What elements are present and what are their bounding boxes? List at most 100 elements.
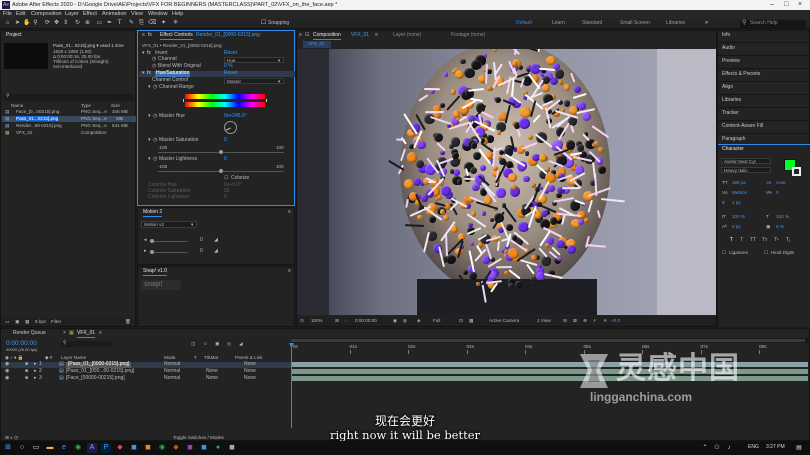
exposure-value[interactable]: +0.0 xyxy=(611,318,620,323)
faux-bold-button[interactable]: T xyxy=(730,237,733,244)
fx-toggle-icon[interactable]: fx xyxy=(147,70,151,77)
rotate-tool-icon[interactable]: ↻ xyxy=(74,20,81,27)
workspace-learn[interactable]: Learn xyxy=(552,20,565,27)
work-area-range[interactable] xyxy=(291,339,805,342)
tab-effect-target[interactable]: Render_01_[0000-0215].png xyxy=(196,32,260,39)
menu-composition[interactable]: Composition xyxy=(31,11,62,17)
lock-icon[interactable]: ⊡ xyxy=(305,32,309,39)
app-icon[interactable]: ◼ xyxy=(227,443,237,453)
panel-menu-icon[interactable]: ≡ xyxy=(288,268,291,275)
column-layer-name[interactable]: Layer Name xyxy=(61,355,86,360)
after-effects-taskbar-icon[interactable]: A xyxy=(87,443,97,453)
label-color-icon[interactable]: ■ xyxy=(25,375,28,382)
font-size-value[interactable]: 186 px xyxy=(732,180,746,185)
orbit-tool-icon[interactable]: ⟳ xyxy=(44,20,51,27)
visibility-icon[interactable]: ◉ xyxy=(5,361,9,368)
motion-value-b[interactable]: 0 xyxy=(200,248,203,255)
fast-preview-icon[interactable]: ⚡ xyxy=(593,318,596,323)
stopwatch-icon[interactable]: ◷ xyxy=(153,156,157,163)
app-icon[interactable]: ◉ xyxy=(157,443,167,453)
layer-parent[interactable]: None xyxy=(244,361,256,368)
motion-graph-icon[interactable]: ◢ xyxy=(214,248,218,255)
new-folder-icon[interactable]: ▣ xyxy=(15,319,19,324)
label-color-icon[interactable]: ■ xyxy=(25,361,28,368)
file-explorer-icon[interactable]: ▬ xyxy=(45,443,55,453)
stopwatch-icon[interactable]: ◷ xyxy=(153,84,157,91)
search-icon[interactable]: ○ xyxy=(17,443,27,453)
small-caps-button[interactable]: Tт xyxy=(762,237,767,244)
all-caps-button[interactable]: TT xyxy=(750,237,756,244)
panel-content-aware-fill[interactable]: Content-Aware Fill xyxy=(722,123,763,130)
app-icon[interactable]: ◆ xyxy=(171,443,181,453)
panel-paragraph[interactable]: Paragraph xyxy=(722,136,745,143)
tsume-value[interactable]: 0 % xyxy=(776,224,784,229)
layer-parent[interactable]: None xyxy=(244,368,256,375)
master-lightness-value[interactable]: 0 xyxy=(224,156,227,163)
eraser-tool-icon[interactable]: ⌫ xyxy=(148,20,156,27)
rectangle-tool-icon[interactable]: ▭ xyxy=(96,20,103,27)
motion-value-a[interactable]: 0 xyxy=(200,237,203,244)
mask-icon[interactable]: ◌ xyxy=(345,318,348,323)
visibility-icon[interactable]: ◉ xyxy=(5,368,9,375)
saturation-slider-knob[interactable] xyxy=(219,150,223,154)
snapping-checkbox[interactable]: ☐ xyxy=(260,20,267,27)
composition-viewer[interactable] xyxy=(297,49,716,315)
visibility-icon[interactable]: ◉ xyxy=(5,375,9,382)
expand-arrow-icon[interactable]: ▾ xyxy=(142,50,145,57)
fx-toggle-icon[interactable]: fx xyxy=(147,50,151,57)
flowchart-icon[interactable]: ⊕ xyxy=(583,318,587,323)
bpc-label[interactable]: 8 bpc xyxy=(35,319,46,324)
stroke-width-value[interactable]: 1 px xyxy=(732,200,741,205)
tab-render-queue[interactable]: Render Queue xyxy=(13,330,46,337)
layer-name[interactable]: [Face_[00000-00215].png] xyxy=(66,375,125,382)
motion-blur-icon[interactable]: ◎ xyxy=(227,341,231,346)
column-parent[interactable]: Parent & Link xyxy=(235,355,263,360)
list-item[interactable]: ▤ Face_[0...00215].png PNG Seq...e 345 M… xyxy=(2,109,136,115)
motion-graph-icon[interactable]: ◢ xyxy=(214,237,218,244)
layer-name[interactable]: [Pass_01_[0000-0215].png] xyxy=(66,361,132,368)
interpret-footage-icon[interactable]: ▭ xyxy=(5,319,9,324)
panel-tracker[interactable]: Tracker xyxy=(722,110,739,117)
region-icon[interactable]: ⊡ xyxy=(459,318,463,323)
expand-arrow-icon[interactable]: ▾ xyxy=(148,156,151,163)
app-icon[interactable]: ◼ xyxy=(185,443,195,453)
hue-saturation-reset-link[interactable]: Reset xyxy=(224,70,237,77)
stopwatch-icon[interactable]: ◷ xyxy=(152,63,156,70)
transparency-grid-icon[interactable]: ▩ xyxy=(469,318,473,323)
exposure-icon[interactable]: ☀ xyxy=(603,318,607,323)
vertical-scale-value[interactable]: 100 % xyxy=(732,214,745,219)
breadcrumb[interactable]: VFX_01 xyxy=(303,41,331,48)
tab-composition-target[interactable]: VFX_01 xyxy=(351,32,369,39)
baseline-shift-value[interactable]: 0 px xyxy=(732,224,741,229)
app-icon[interactable]: ◆ xyxy=(115,443,125,453)
horizontal-scale-value[interactable]: 100 % xyxy=(776,214,789,219)
stopwatch-icon[interactable]: ◷ xyxy=(152,56,156,63)
close-tab-icon[interactable]: × xyxy=(63,330,66,337)
column-size[interactable]: Size xyxy=(111,103,120,108)
font-family-dropdown[interactable]: Avenir Next Cyr xyxy=(721,158,771,164)
new-comp-icon[interactable]: ▦ xyxy=(25,319,29,324)
timecode-display[interactable]: 0:00:00:00 xyxy=(355,318,377,323)
spotify-icon[interactable]: ● xyxy=(213,443,223,453)
column-t[interactable]: T xyxy=(194,355,197,360)
workspace-default[interactable]: Default xyxy=(516,20,532,27)
tab-snap[interactable]: Snap! v1.0 xyxy=(143,268,167,276)
panel-effects-presets[interactable]: Effects & Presets xyxy=(722,71,760,78)
edge-icon[interactable]: e xyxy=(59,443,69,453)
panel-info[interactable]: Info xyxy=(722,32,730,39)
tab-layer[interactable]: Layer (none) xyxy=(393,32,421,39)
workspace-small-screen[interactable]: Small Screen xyxy=(620,20,650,27)
tab-motion[interactable]: Motion 2 xyxy=(143,209,163,217)
column-name[interactable]: Name xyxy=(11,103,23,108)
puppet-tool-icon[interactable]: ✳ xyxy=(172,20,179,27)
trash-icon[interactable]: 🗑 xyxy=(125,319,131,324)
column-mode[interactable]: Mode xyxy=(164,355,176,360)
type-tool-icon[interactable]: T xyxy=(116,20,123,27)
expand-arrow-icon[interactable]: ▾ xyxy=(142,70,145,77)
language-indicator[interactable]: ENG xyxy=(748,444,759,451)
tab-vfx-01[interactable]: VFX_01 xyxy=(77,330,96,338)
hindi-digits-checkbox[interactable]: ☐ xyxy=(764,250,768,255)
menu-edit[interactable]: Edit xyxy=(16,11,25,17)
panel-menu-icon[interactable]: ≡ xyxy=(299,32,302,39)
toggle-pixel-icon[interactable]: ⊟ xyxy=(563,318,567,323)
